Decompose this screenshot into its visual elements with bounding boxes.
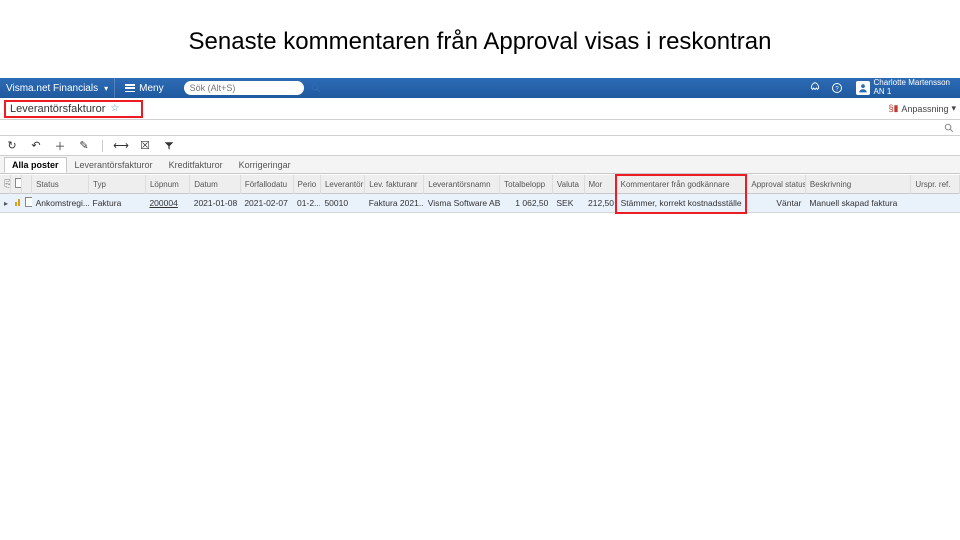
cell-perio: 01-2... <box>293 194 320 213</box>
delete-button[interactable]: ☒ <box>139 139 151 152</box>
menu-button[interactable]: Meny <box>114 78 173 98</box>
customization-menu[interactable]: §▮ Anpassning ▾ <box>888 103 956 114</box>
col-lopnum[interactable]: Löpnum <box>145 175 189 194</box>
invoice-grid: ⎘ Status Typ Löpnum Datum Förfallodatu P… <box>0 174 960 214</box>
cell-urspr-ref <box>911 194 960 213</box>
cell-status: Ankomstregi... <box>32 194 89 213</box>
row-doc-icon[interactable] <box>21 194 32 213</box>
col-expand[interactable]: ⎘ <box>0 175 11 194</box>
col-totalbelopp[interactable]: Totalbelopp <box>500 175 553 194</box>
row-expand[interactable]: ▸ <box>0 194 11 213</box>
cell-leverantor: 50010 <box>320 194 364 213</box>
breadcrumb-highlight: Leverantörsfakturor ☆ <box>4 100 143 118</box>
col-valuta[interactable]: Valuta <box>552 175 584 194</box>
tab-kreditfakturor[interactable]: Kreditfakturor <box>161 157 231 173</box>
tab-korrigeringar[interactable]: Korrigeringar <box>231 157 299 173</box>
user-org: AN 1 <box>874 88 950 97</box>
toolbar: ↻ ↶ ＋ ✎ ⟷ ☒ <box>0 136 960 156</box>
refresh-button[interactable]: ↻ <box>6 139 18 152</box>
table-row[interactable]: ▸ Ankomstregi... Faktura 200004 2021-01-… <box>0 194 960 213</box>
col-doc[interactable] <box>11 175 22 194</box>
document-icon <box>25 197 32 207</box>
top-right-controls: ? Charlotte Martensson AN 1 <box>808 78 954 98</box>
cell-lopnum[interactable]: 200004 <box>145 194 189 213</box>
col-forfallodatu[interactable]: Förfallodatu <box>240 175 293 194</box>
customization-label: Anpassning <box>901 104 948 114</box>
user-text: Charlotte Martensson AN 1 <box>874 79 950 97</box>
cell-levfakturanr: Faktura 2021... <box>365 194 424 213</box>
tabs: Alla poster Leverantörsfakturor Kreditfa… <box>0 156 960 174</box>
col-status[interactable]: Status <box>32 175 89 194</box>
column-width-button[interactable]: ⟷ <box>115 139 127 152</box>
app-top-bar: Visma.net Financials ▾ Meny ? Charlotte … <box>0 78 960 98</box>
tab-alla-poster[interactable]: Alla poster <box>4 157 67 173</box>
tab-leverantorsfakturor[interactable]: Leverantörsfakturor <box>67 157 161 173</box>
cell-typ: Faktura <box>89 194 146 213</box>
page-title: Leverantörsfakturor <box>10 103 105 115</box>
tools-icon: §▮ <box>888 103 898 114</box>
bar-chart-icon <box>15 199 22 206</box>
col-leverantorsnamn[interactable]: Leverantörsnamn <box>424 175 500 194</box>
undo-button[interactable]: ↶ <box>30 139 42 152</box>
col-leverantor[interactable]: Leverantör <box>320 175 364 194</box>
chevron-right-icon: ▸ <box>4 199 8 208</box>
search-icon[interactable] <box>311 83 321 93</box>
cell-leverantorsnamn: Visma Software AB <box>424 194 500 213</box>
col-approval-status[interactable]: Approval status <box>746 175 805 194</box>
cell-beskrivning: Manuell skapad faktura <box>805 194 910 213</box>
cell-kommentarer: Stämmer, korrekt kostnadsställe <box>616 194 747 213</box>
edit-button[interactable]: ✎ <box>78 139 90 152</box>
col-urspr-ref[interactable]: Urspr. ref. <box>911 175 960 194</box>
chevron-down-icon: ▾ <box>951 103 956 114</box>
brand[interactable]: Visma.net Financials ▾ <box>6 83 114 94</box>
col-datum[interactable]: Datum <box>190 175 241 194</box>
col-kommentarer[interactable]: Kommentarer från godkännare <box>616 175 747 194</box>
filter-search-row <box>0 120 960 136</box>
search-input[interactable] <box>190 83 307 93</box>
help-icon[interactable]: ? <box>830 81 844 95</box>
rocket-icon[interactable] <box>808 81 822 95</box>
col-note[interactable] <box>21 175 32 194</box>
document-icon <box>15 178 21 188</box>
col-mor[interactable]: Mor <box>584 175 616 194</box>
col-typ[interactable]: Typ <box>89 175 146 194</box>
cell-forfallodatu: 2021-02-07 <box>240 194 293 213</box>
menu-label: Meny <box>139 83 163 94</box>
toolbar-separator <box>102 140 103 152</box>
row-chart-icon[interactable] <box>11 194 22 213</box>
cell-mor: 212,50 <box>584 194 616 213</box>
hamburger-icon <box>125 84 135 92</box>
search-icon[interactable] <box>944 123 954 133</box>
add-button[interactable]: ＋ <box>54 138 66 154</box>
filter-button[interactable] <box>163 141 175 151</box>
col-beskrivning[interactable]: Beskrivning <box>805 175 910 194</box>
breadcrumb-row: Leverantörsfakturor ☆ §▮ Anpassning ▾ <box>0 98 960 120</box>
attachment-icon: ⎘ <box>4 179 11 190</box>
global-search[interactable] <box>184 81 304 95</box>
grid-header: ⎘ Status Typ Löpnum Datum Förfallodatu P… <box>0 175 960 194</box>
col-perio[interactable]: Perio <box>293 175 320 194</box>
favorite-star-icon[interactable]: ☆ <box>110 103 119 114</box>
chevron-down-icon: ▾ <box>104 84 108 93</box>
cell-valuta: SEK <box>552 194 584 213</box>
svg-text:?: ? <box>835 86 839 92</box>
cell-totalbelopp: 1 062,50 <box>500 194 553 213</box>
avatar-icon <box>856 81 870 95</box>
user-menu[interactable]: Charlotte Martensson AN 1 <box>852 79 954 97</box>
col-levfakturanr[interactable]: Lev. fakturanr <box>365 175 424 194</box>
slide-title: Senaste kommentaren från Approval visas … <box>0 0 960 78</box>
cell-approval-status: Väntar <box>746 194 805 213</box>
brand-label: Visma.net Financials <box>6 83 98 94</box>
cell-datum: 2021-01-08 <box>190 194 241 213</box>
